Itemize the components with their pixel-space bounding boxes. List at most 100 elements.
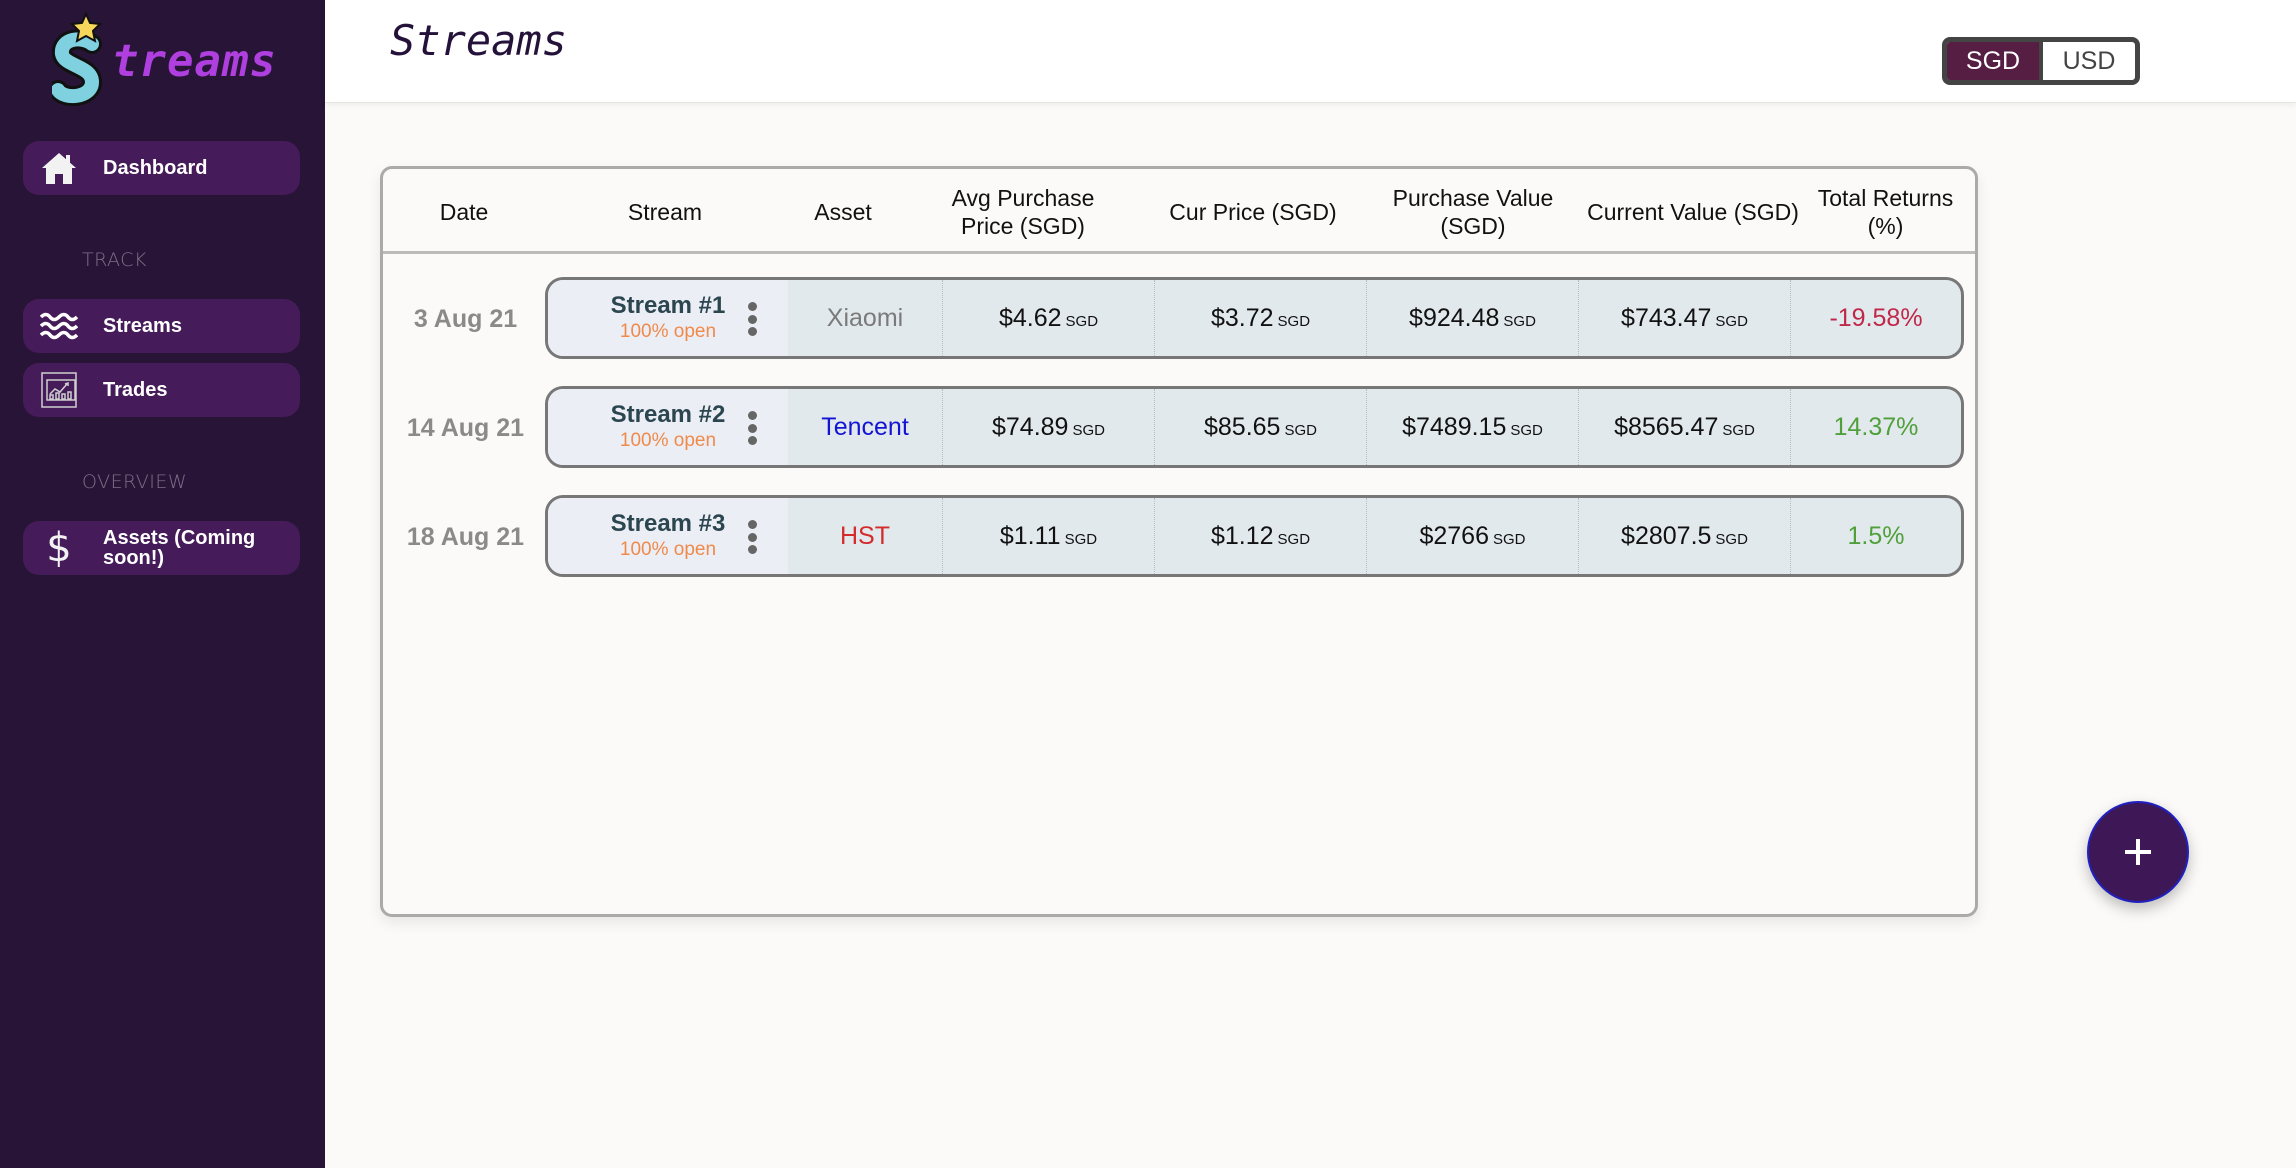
purchase-value: $2766 (1419, 521, 1489, 550)
section-label-overview: OVERVIEW (82, 471, 188, 493)
currency-unit: SGD (1510, 421, 1543, 439)
row-date: 3 Aug 21 (413, 304, 518, 333)
table-row[interactable]: 14 Aug 21 Stream #2 100% open Tencent $7… (383, 386, 1975, 470)
sidebar-item-streams[interactable]: Streams (23, 299, 300, 353)
home-icon (39, 148, 79, 188)
currency-unit: SGD (1493, 530, 1526, 548)
avg-price-value: $4.62 (998, 303, 1062, 332)
currency-unit: SGD (1064, 530, 1098, 548)
currency-unit: SGD (1722, 421, 1755, 439)
stream-pill[interactable]: Stream #3 100% open HST $1.11 SGD $1.12 SG… (545, 495, 1964, 577)
returns-cell: 14.37% (1790, 389, 1961, 465)
stream-cell[interactable]: Stream #2 100% open (548, 389, 788, 465)
currency-unit: SGD (1277, 312, 1311, 330)
app-logo[interactable]: treams (52, 10, 282, 106)
avg-price-cell: $1.11 SGD (942, 498, 1154, 574)
currency-option-usd[interactable]: USD (2043, 42, 2135, 80)
returns-cell: 1.5% (1790, 498, 1961, 574)
table-header: Date Stream Asset Avg Purchase Price (SG… (383, 169, 1975, 254)
page-title: Streams (390, 16, 568, 65)
sidebar-item-label: Dashboard (103, 157, 208, 179)
current-value: $2807.5 (1621, 521, 1712, 550)
dollar-icon: $ (39, 525, 79, 571)
cur-price-value: $3.72 (1210, 303, 1274, 332)
purchase-value-cell: $2766 SGD (1366, 498, 1578, 574)
top-header: Streams SGD USD (325, 0, 2296, 103)
cur-price-value: $85.65 (1204, 412, 1281, 441)
currency-unit: SGD (1072, 421, 1105, 439)
current-value-cell: $743.47 SGD (1578, 280, 1790, 356)
current-value-cell: $8565.47 SGD (1578, 389, 1790, 465)
purchase-value-cell: $924.48 SGD (1366, 280, 1578, 356)
sidebar-item-dashboard[interactable]: Dashboard (23, 141, 300, 195)
dollar-glyph: $ (46, 525, 72, 571)
currency-unit: SGD (1715, 312, 1748, 330)
cur-price-cell: $85.65 SGD (1154, 389, 1366, 465)
purchase-value: $924.48 (1409, 303, 1500, 332)
returns-cell: -19.58% (1790, 280, 1961, 356)
returns-value: -19.58% (1829, 303, 1923, 332)
cur-price-cell: $1.12 SGD (1154, 498, 1366, 574)
stream-name[interactable]: Stream #2 (608, 401, 728, 429)
currency-unit: SGD (1284, 421, 1317, 439)
returns-value: 14.37% (1833, 412, 1919, 441)
asset-name: Tencent (821, 412, 909, 441)
stream-pill[interactable]: Stream #1 100% open Xiaomi $4.62 SGD $3.7… (545, 277, 1964, 359)
current-value: $743.47 (1621, 303, 1712, 332)
asset-name: HST (840, 521, 890, 550)
currency-unit: SGD (1503, 312, 1536, 330)
table-row[interactable]: 18 Aug 21 Stream #3 100% open HST $1.11 S… (383, 495, 1975, 579)
currency-unit: SGD (1277, 530, 1311, 548)
streams-table: Date Stream Asset Avg Purchase Price (SG… (380, 166, 1978, 917)
more-options-icon[interactable] (742, 520, 762, 554)
add-stream-button[interactable] (2087, 801, 2189, 903)
avg-price-cell: $74.89 SGD (942, 389, 1154, 465)
stream-name[interactable]: Stream #1 (608, 292, 728, 320)
section-label-track: TRACK (82, 249, 147, 271)
stream-status: 100% open (619, 539, 717, 560)
avg-price-value: $74.89 (992, 412, 1069, 441)
column-header-total-returns: Total Returns (%) (1817, 184, 1954, 239)
currency-unit: SGD (1715, 530, 1748, 548)
stream-pill[interactable]: Stream #2 100% open Tencent $74.89 SGD $8… (545, 386, 1964, 468)
column-header-avg-purchase-price: Avg Purchase Price (SGD) (951, 184, 1095, 239)
currency-unit: SGD (1065, 312, 1099, 330)
stream-cell[interactable]: Stream #3 100% open (548, 498, 788, 574)
cur-price-value: $1.12 (1210, 521, 1274, 550)
sidebar-item-label: Trades (103, 379, 168, 401)
table-row[interactable]: 3 Aug 21 Stream #1 100% open Xiaomi $4.6… (383, 277, 1975, 361)
chart-board-icon (39, 370, 79, 410)
current-value-cell: $2807.5 SGD (1578, 498, 1790, 574)
sidebar-item-assets[interactable]: $ Assets (Coming soon!) (23, 521, 300, 575)
avg-price-cell: $4.62 SGD (942, 280, 1154, 356)
asset-cell: HST (788, 498, 942, 574)
asset-name: Xiaomi (826, 303, 904, 332)
column-header-cur-price: Cur Price (SGD) (1169, 198, 1337, 225)
stream-status: 100% open (619, 321, 717, 342)
sidebar: treams Dashboard TRACK Streams Trades OV… (0, 0, 325, 1168)
row-date: 18 Aug 21 (406, 522, 525, 551)
row-date: 14 Aug 21 (406, 413, 525, 442)
more-options-icon[interactable] (742, 411, 762, 445)
stream-status: 100% open (619, 430, 717, 451)
column-header-date: Date (439, 198, 489, 225)
column-header-asset: Asset (814, 198, 872, 225)
sidebar-item-trades[interactable]: Trades (23, 363, 300, 417)
plus-icon (2125, 839, 2151, 865)
purchase-value: $7489.15 (1402, 412, 1507, 441)
sidebar-item-label: Streams (103, 315, 182, 337)
asset-cell: Tencent (788, 389, 942, 465)
waves-icon (39, 306, 79, 346)
stream-name[interactable]: Stream #3 (608, 510, 728, 538)
currency-toggle[interactable]: SGD USD (1942, 37, 2140, 85)
more-options-icon[interactable] (742, 302, 762, 336)
avg-price-value: $1.11 (999, 521, 1061, 550)
column-header-stream: Stream (627, 198, 703, 225)
column-header-purchase-value: Purchase Value (SGD) (1392, 184, 1554, 239)
cur-price-cell: $3.72 SGD (1154, 280, 1366, 356)
returns-value: 1.5% (1847, 521, 1905, 550)
currency-option-sgd[interactable]: SGD (1947, 42, 2043, 80)
stream-cell[interactable]: Stream #1 100% open (548, 280, 788, 356)
asset-cell: Xiaomi (788, 280, 942, 356)
current-value: $8565.47 (1614, 412, 1719, 441)
